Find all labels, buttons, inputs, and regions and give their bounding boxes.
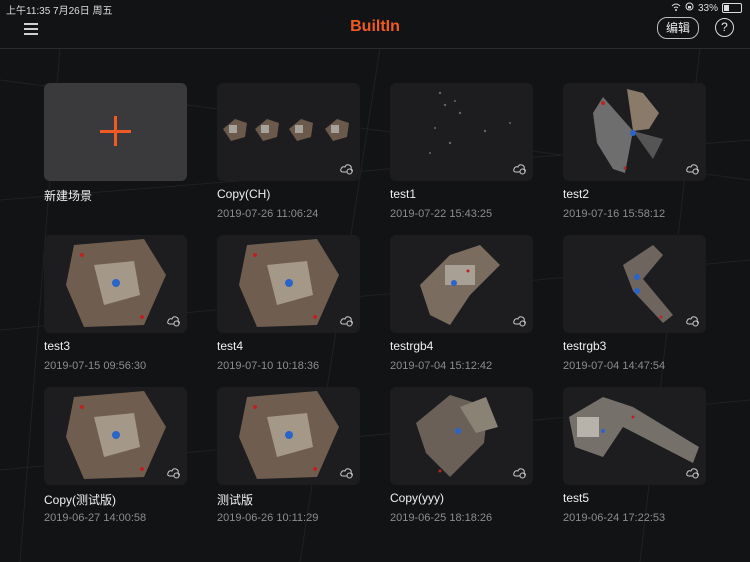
scene-date: 2019-07-10 10:18:36 (217, 360, 320, 372)
scene-name: 新建场景 (44, 189, 93, 203)
cloud-icon[interactable] (686, 163, 700, 175)
scene-thumbnail[interactable] (217, 83, 360, 181)
cloud-icon[interactable] (340, 163, 354, 175)
battery-icon (722, 3, 742, 13)
status-right: 33% (671, 2, 742, 14)
scene-thumbnail[interactable] (563, 235, 706, 333)
scene-name: test5 (563, 491, 590, 505)
scene-date: 2019-07-15 09:56:30 (44, 360, 147, 372)
battery-percent: 33% (697, 2, 718, 14)
scene-date: 2019-07-04 14:47:54 (563, 360, 666, 372)
scene-thumbnail[interactable] (217, 387, 360, 485)
scene-date: 2019-06-27 14:00:58 (44, 512, 147, 524)
scan-preview (569, 397, 699, 463)
scan-preview (239, 239, 339, 327)
status-bar: 上午11:35 7月26日 周五 33% (0, 0, 750, 17)
scan-preview (416, 395, 498, 477)
scene-date: 2019-07-26 11:06:24 (217, 208, 319, 220)
scene-name: Copy(yyy) (390, 491, 445, 505)
scan-preview (420, 245, 500, 325)
scene-thumbnail[interactable] (390, 83, 533, 181)
scene-thumbnail[interactable] (44, 387, 187, 485)
cloud-icon[interactable] (513, 467, 527, 479)
help-icon[interactable]: ? (715, 18, 734, 37)
scene-date: 2019-07-16 15:58:12 (563, 208, 666, 220)
scan-preview (66, 391, 166, 479)
page-title: BuiltIn (350, 18, 400, 35)
scene-name: test4 (217, 339, 244, 353)
scene-thumbnail[interactable] (390, 387, 533, 485)
cloud-icon[interactable] (167, 315, 181, 327)
scene-date: 2019-06-25 18:18:26 (390, 512, 493, 524)
cloud-icon[interactable] (513, 163, 527, 175)
scan-preview (239, 391, 339, 479)
wifi-icon (671, 3, 681, 14)
scene-name: test3 (44, 339, 71, 353)
scene-thumbnail[interactable] (44, 235, 187, 333)
cloud-icon[interactable] (686, 315, 700, 327)
scene-name: testrgb3 (563, 339, 607, 353)
edit-button[interactable]: 编辑 (657, 17, 699, 39)
cloud-icon[interactable] (340, 315, 354, 327)
status-time-date: 上午11:35 7月26日 周五 (6, 6, 113, 17)
scan-preview (429, 91, 511, 154)
cloud-icon[interactable] (686, 467, 700, 479)
cloud-icon[interactable] (167, 467, 181, 479)
scene-thumbnail[interactable] (390, 235, 533, 333)
scene-name: test2 (563, 187, 590, 201)
scene-date: 2019-06-26 10:11:29 (217, 512, 319, 524)
new-scene-thumbnail[interactable] (44, 83, 187, 181)
scene-name: testrgb4 (390, 339, 434, 353)
scene-name: test1 (390, 187, 417, 201)
scene-name: Copy(测试版) (44, 493, 117, 507)
scene-date: 2019-07-22 15:43:25 (390, 208, 493, 220)
scene-date: 2019-07-04 15:12:42 (390, 360, 493, 372)
scan-preview (66, 239, 166, 327)
scene-name: 测试版 (217, 493, 254, 507)
scene-name: Copy(CH) (217, 187, 271, 201)
scan-preview (623, 245, 673, 323)
scan-preview (223, 119, 349, 141)
cloud-icon[interactable] (513, 315, 527, 327)
scene-thumbnail[interactable] (217, 235, 360, 333)
cloud-icon[interactable] (340, 467, 354, 479)
scene-date: 2019-06-24 17:22:53 (563, 512, 666, 524)
nav-bar: BuiltIn 编辑 ? (0, 16, 750, 49)
scene-thumbnail[interactable] (563, 387, 706, 485)
lock-rotation-icon (685, 2, 694, 14)
scene-thumbnail[interactable] (563, 83, 706, 181)
scan-preview (593, 89, 663, 173)
plus-icon (100, 116, 131, 146)
